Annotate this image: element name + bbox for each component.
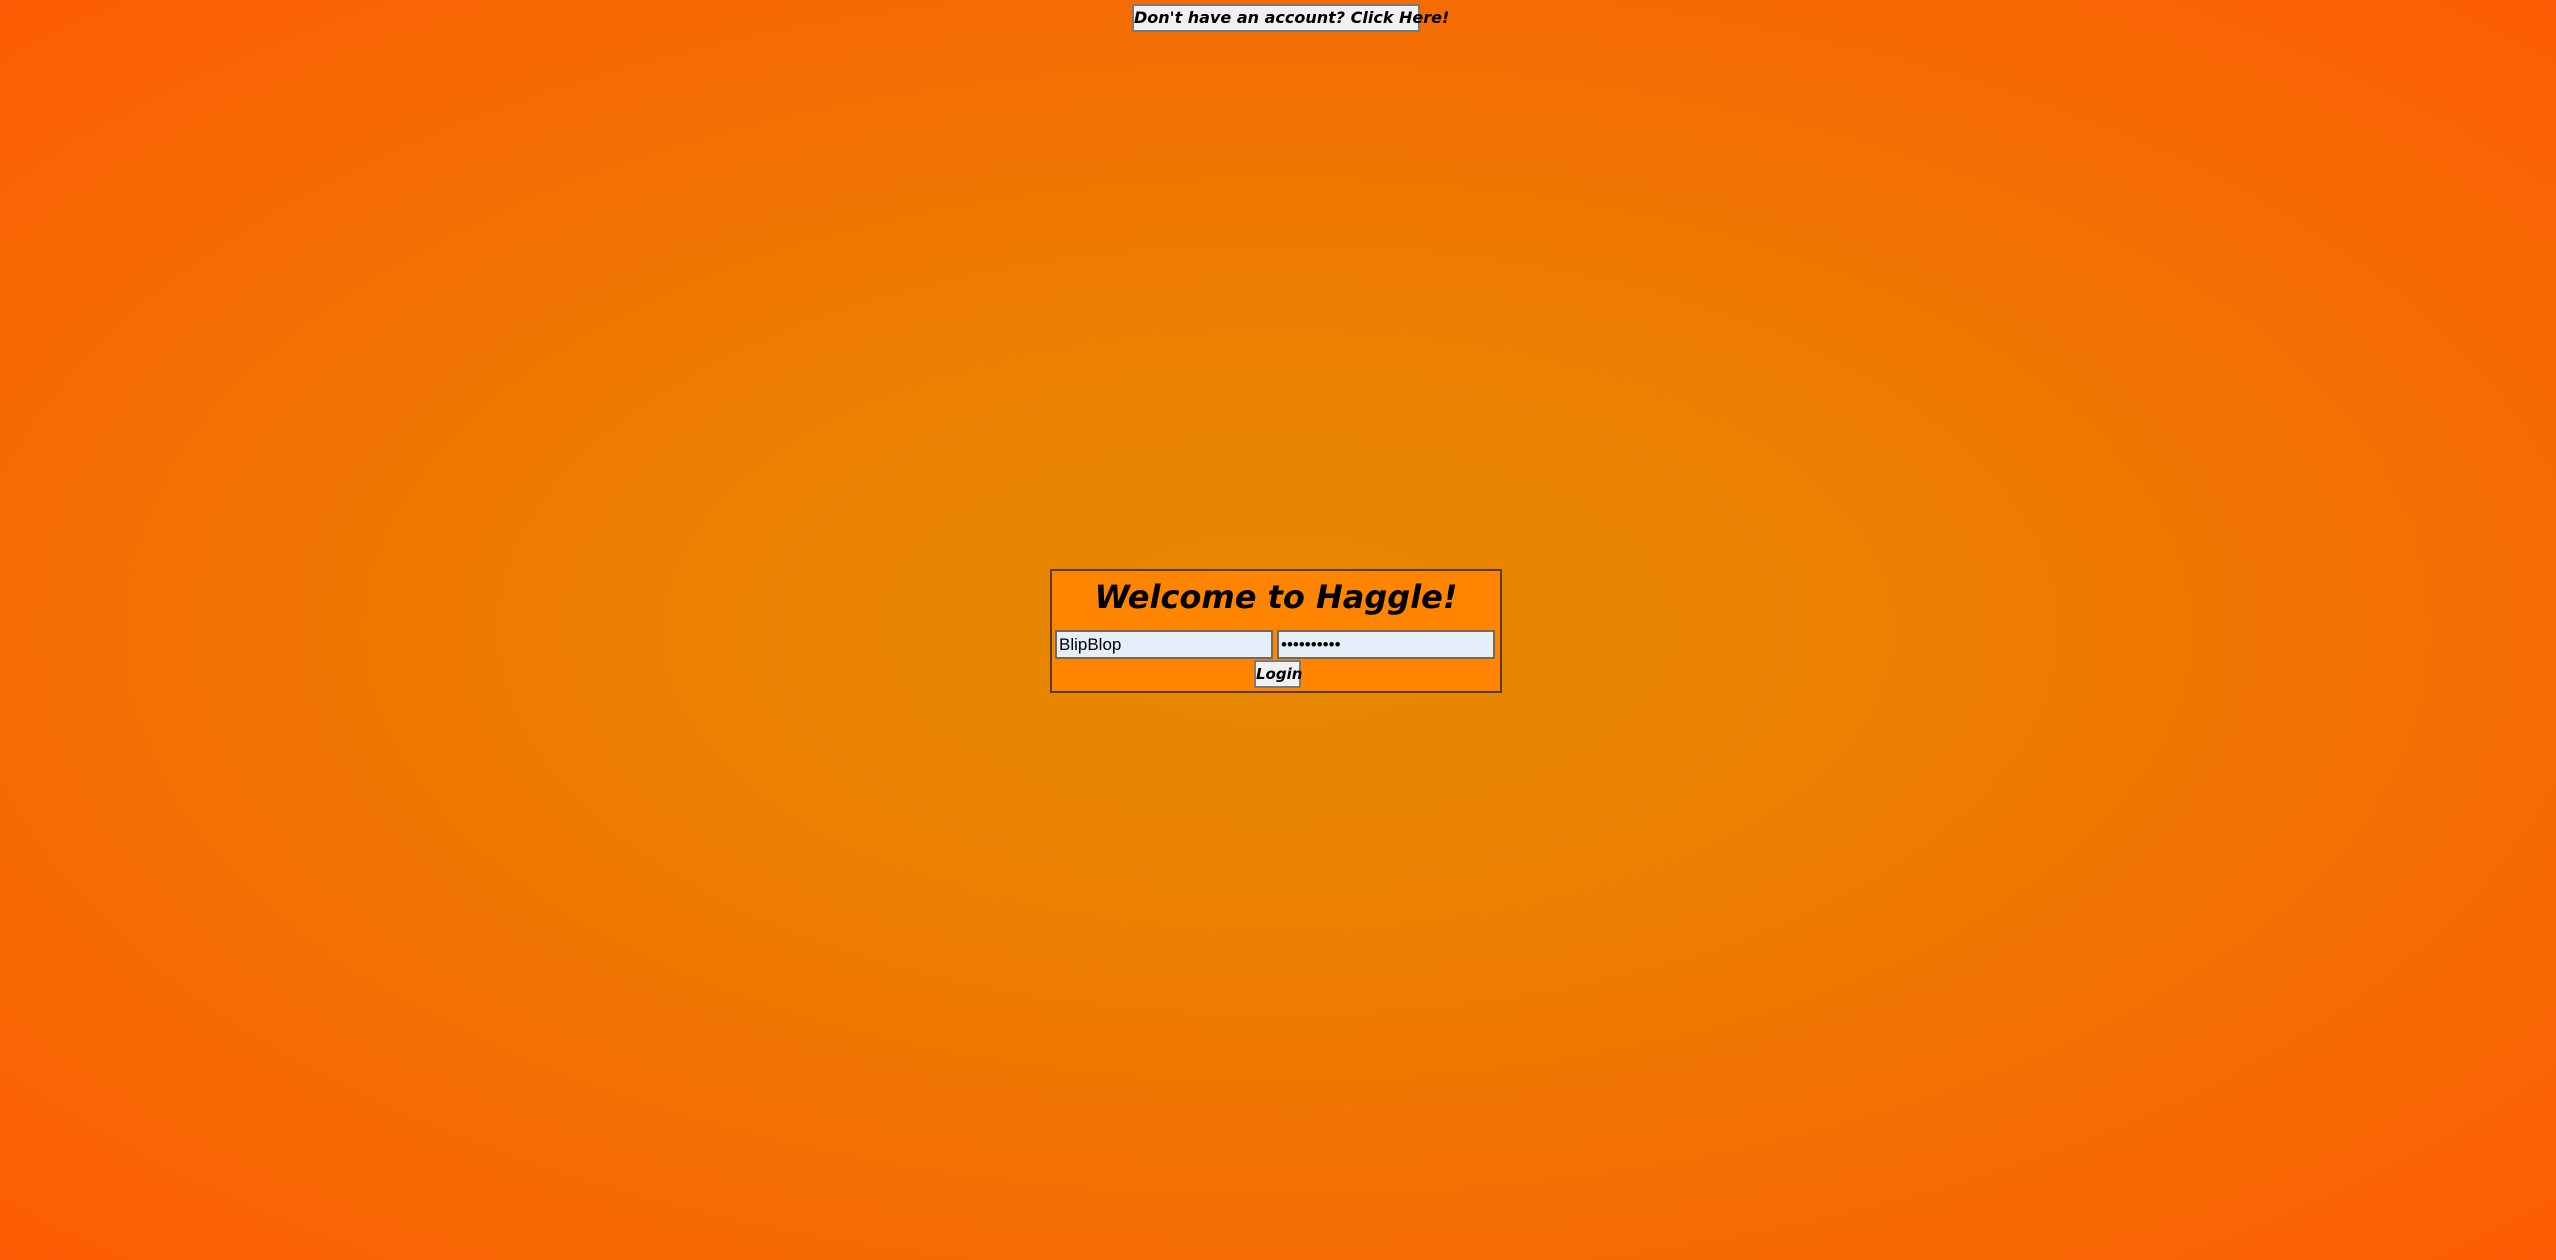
welcome-title: Welcome to Haggle! (1094, 578, 1458, 616)
login-panel: Welcome to Haggle! Login (1050, 569, 1502, 693)
login-page: { "header": { "signup_label": "Don't hav… (0, 0, 2556, 1260)
password-input[interactable] (1277, 630, 1495, 659)
login-button[interactable]: Login (1254, 660, 1302, 688)
username-input[interactable] (1055, 630, 1273, 659)
signup-button[interactable]: Don't have an account? Click Here! (1132, 4, 1449, 32)
